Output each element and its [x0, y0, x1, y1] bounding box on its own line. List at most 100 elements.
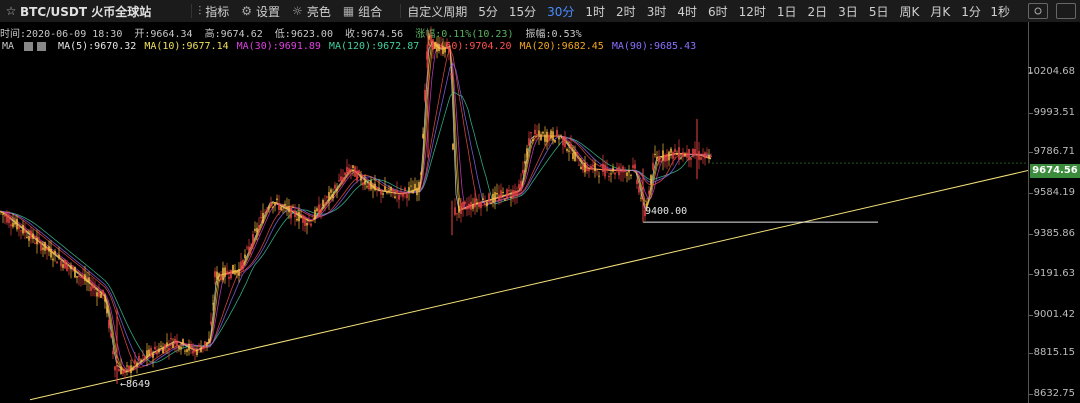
timeframe-list: 5分 15分 30分 1时 2时 3时 4时 6时 12时 1日 2日 3日 5日 周K 月K 1分: [478, 3, 992, 20]
custom-period-button[interactable]: 自定义周期: [407, 3, 467, 20]
candle-body: [596, 170, 598, 172]
candle-body: [522, 169, 524, 174]
candle-body: [42, 247, 44, 250]
timeframe-0[interactable]: 5分: [478, 3, 498, 20]
refresh-interval-button[interactable]: 1秒: [990, 3, 1010, 20]
timeframe-12[interactable]: 5日: [869, 3, 889, 20]
candle-body: [304, 217, 306, 226]
candle-body: [200, 347, 202, 353]
candle-body: [572, 153, 574, 159]
candle-body: [670, 148, 672, 153]
candle-body: [410, 185, 412, 187]
candle-body: [562, 137, 564, 146]
timeframe-2[interactable]: 30分: [547, 3, 574, 20]
axis-tick-label: 10204.68: [1027, 66, 1075, 77]
candle-body: [478, 202, 480, 208]
candle-body: [676, 154, 678, 156]
candle-body: [126, 365, 128, 367]
settings-button[interactable]: ⚙ 设置: [241, 3, 280, 20]
candle-body: [520, 180, 522, 191]
candle-body: [552, 131, 554, 141]
indicators-button[interactable]: ⫶ 指标: [198, 3, 229, 20]
candle-body: [32, 233, 34, 239]
timeframe-7[interactable]: 6时: [708, 3, 728, 20]
timeframe-6[interactable]: 4时: [677, 3, 697, 20]
timeframe-14[interactable]: 月K: [930, 3, 950, 20]
timeframe-9[interactable]: 1日: [777, 3, 797, 20]
candle-body: [452, 143, 454, 150]
candle-body: [150, 347, 152, 355]
axis-tick-mark: [1029, 152, 1033, 153]
candle-body: [526, 148, 528, 158]
candle-body: [470, 201, 472, 210]
candle-body: [638, 186, 640, 193]
candle-body: [292, 206, 294, 208]
candle-body: [376, 187, 378, 189]
timeframe-1[interactable]: 15分: [509, 3, 536, 20]
ma-line-0: [0, 41, 712, 373]
candle-body: [226, 271, 228, 275]
candle-body: [160, 345, 162, 347]
symbol-title[interactable]: BTC/USDT 火币全球站: [20, 3, 151, 20]
candle-body: [82, 276, 84, 279]
candle-body: [352, 165, 354, 168]
candle-body: [182, 339, 184, 345]
timeframe-10[interactable]: 2日: [808, 3, 828, 20]
candle-body: [664, 154, 666, 162]
current-price-tag: 9674.56: [1030, 164, 1080, 178]
combo-button[interactable]: ▦ 组合: [343, 3, 382, 20]
candle-body: [96, 292, 98, 297]
candle-body: [388, 190, 390, 193]
candle-body: [424, 89, 426, 101]
candle-body: [240, 261, 242, 270]
candle-body: [554, 140, 556, 143]
candle-body: [512, 190, 514, 199]
candle-body: [8, 216, 10, 224]
candle-body: [458, 205, 460, 213]
timeframe-4[interactable]: 2时: [616, 3, 636, 20]
candle-body: [514, 190, 516, 196]
candle-body: [268, 207, 270, 209]
candle-body: [6, 215, 8, 223]
candlestick-chart[interactable]: [0, 22, 1028, 403]
candle-body: [36, 237, 38, 245]
timeframe-11[interactable]: 3日: [838, 3, 858, 20]
price-axis[interactable]: 10204.68 9993.51 9786.71 9584.19 9385.86 9191…: [1027, 22, 1080, 403]
candle-body: [378, 187, 380, 189]
candle-body: [698, 151, 700, 160]
candle-body: [450, 73, 452, 75]
candle-body: [620, 171, 622, 173]
candle-body: [94, 288, 96, 290]
candle-body: [288, 206, 290, 213]
candle-body: [366, 186, 368, 188]
candle-body: [372, 185, 374, 189]
candle-body: [198, 344, 200, 346]
timeframe-8[interactable]: 12时: [739, 3, 766, 20]
candle-body: [634, 164, 636, 169]
candle-body: [438, 44, 440, 52]
timeframe-3[interactable]: 1时: [585, 3, 605, 20]
candle-body: [132, 368, 134, 370]
brightness-button[interactable]: ☼ 亮色: [292, 3, 331, 20]
candle-body: [130, 365, 132, 373]
candle-body: [68, 267, 70, 269]
candle-body: [360, 176, 362, 181]
timeframe-15[interactable]: 1分: [961, 3, 981, 20]
timeframe-5[interactable]: 3时: [647, 3, 667, 20]
timeframe-13[interactable]: 周K: [899, 3, 919, 20]
trendline: [29, 170, 1028, 401]
candle-body: [482, 198, 484, 201]
candle-body: [118, 368, 120, 372]
candle-body: [454, 207, 456, 215]
candle-body: [358, 170, 360, 173]
axis-tick-mark: [1029, 234, 1033, 235]
star-icon[interactable]: ☆: [2, 4, 20, 18]
camera-icon[interactable]: [1028, 3, 1048, 19]
fullscreen-icon[interactable]: [1056, 3, 1076, 19]
candle-body: [594, 163, 596, 172]
candle-body: [256, 227, 258, 233]
candle-body: [128, 365, 130, 371]
candle-body: [434, 42, 436, 49]
candle-body: [92, 285, 94, 289]
candle-body: [164, 344, 166, 351]
